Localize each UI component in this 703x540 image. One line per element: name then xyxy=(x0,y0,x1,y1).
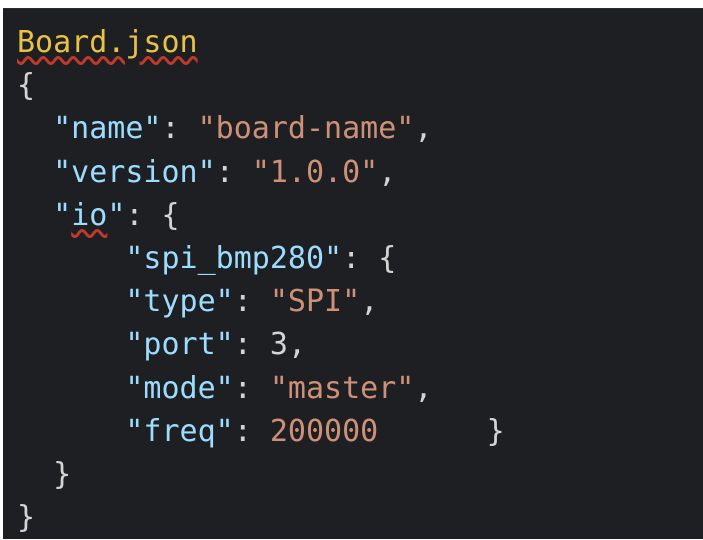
line-5: "io": { xyxy=(53,197,180,233)
json-value-port: 3 xyxy=(269,327,288,363)
json-key-io-quote-close: " xyxy=(107,197,126,233)
code-editor-panel: Board.json { "name": "board-name", "versi… xyxy=(3,8,703,539)
json-value-name: "board-name" xyxy=(197,111,415,147)
line-7: "type": "SPI", xyxy=(125,284,379,320)
filename-label: Board.json xyxy=(17,25,198,60)
json-key-freq: "freq" xyxy=(125,413,234,449)
io-close-brace: } xyxy=(53,456,72,492)
json-key-port: "port" xyxy=(125,327,234,363)
inner-close-brace: } xyxy=(486,413,505,449)
json-key-spi: "spi_bmp280" xyxy=(125,240,343,276)
line-6: "spi_bmp280": { xyxy=(125,240,397,276)
json-key-name: "name" xyxy=(53,111,162,147)
json-value-type: "SPI" xyxy=(269,284,361,320)
line-4: "version": "1.0.0", xyxy=(53,154,397,190)
line-1: Board.json xyxy=(17,21,505,64)
line-8: "port": 3, xyxy=(125,327,306,363)
line-3: "name": "board-name", xyxy=(53,111,433,147)
open-brace: { xyxy=(17,68,36,104)
json-value-mode: "master" xyxy=(269,370,415,406)
line-9: "mode": "master", xyxy=(125,370,433,406)
line-10: "freq": 200000 } xyxy=(125,413,505,449)
line-11: } xyxy=(17,453,505,496)
code-block[interactable]: Board.json { "name": "board-name", "versi… xyxy=(17,21,505,539)
json-value-version: "1.0.0" xyxy=(251,154,379,190)
json-value-freq: 200000 xyxy=(269,413,379,449)
line-12: } xyxy=(17,496,505,539)
json-key-io-quote-open: " xyxy=(53,197,72,233)
json-key-mode: "mode" xyxy=(125,370,234,406)
json-key-version: "version" xyxy=(53,154,216,190)
json-key-type: "type" xyxy=(125,284,234,320)
json-key-io: io xyxy=(71,197,108,233)
outer-close-brace: } xyxy=(17,500,36,536)
line-2: { xyxy=(17,64,505,107)
